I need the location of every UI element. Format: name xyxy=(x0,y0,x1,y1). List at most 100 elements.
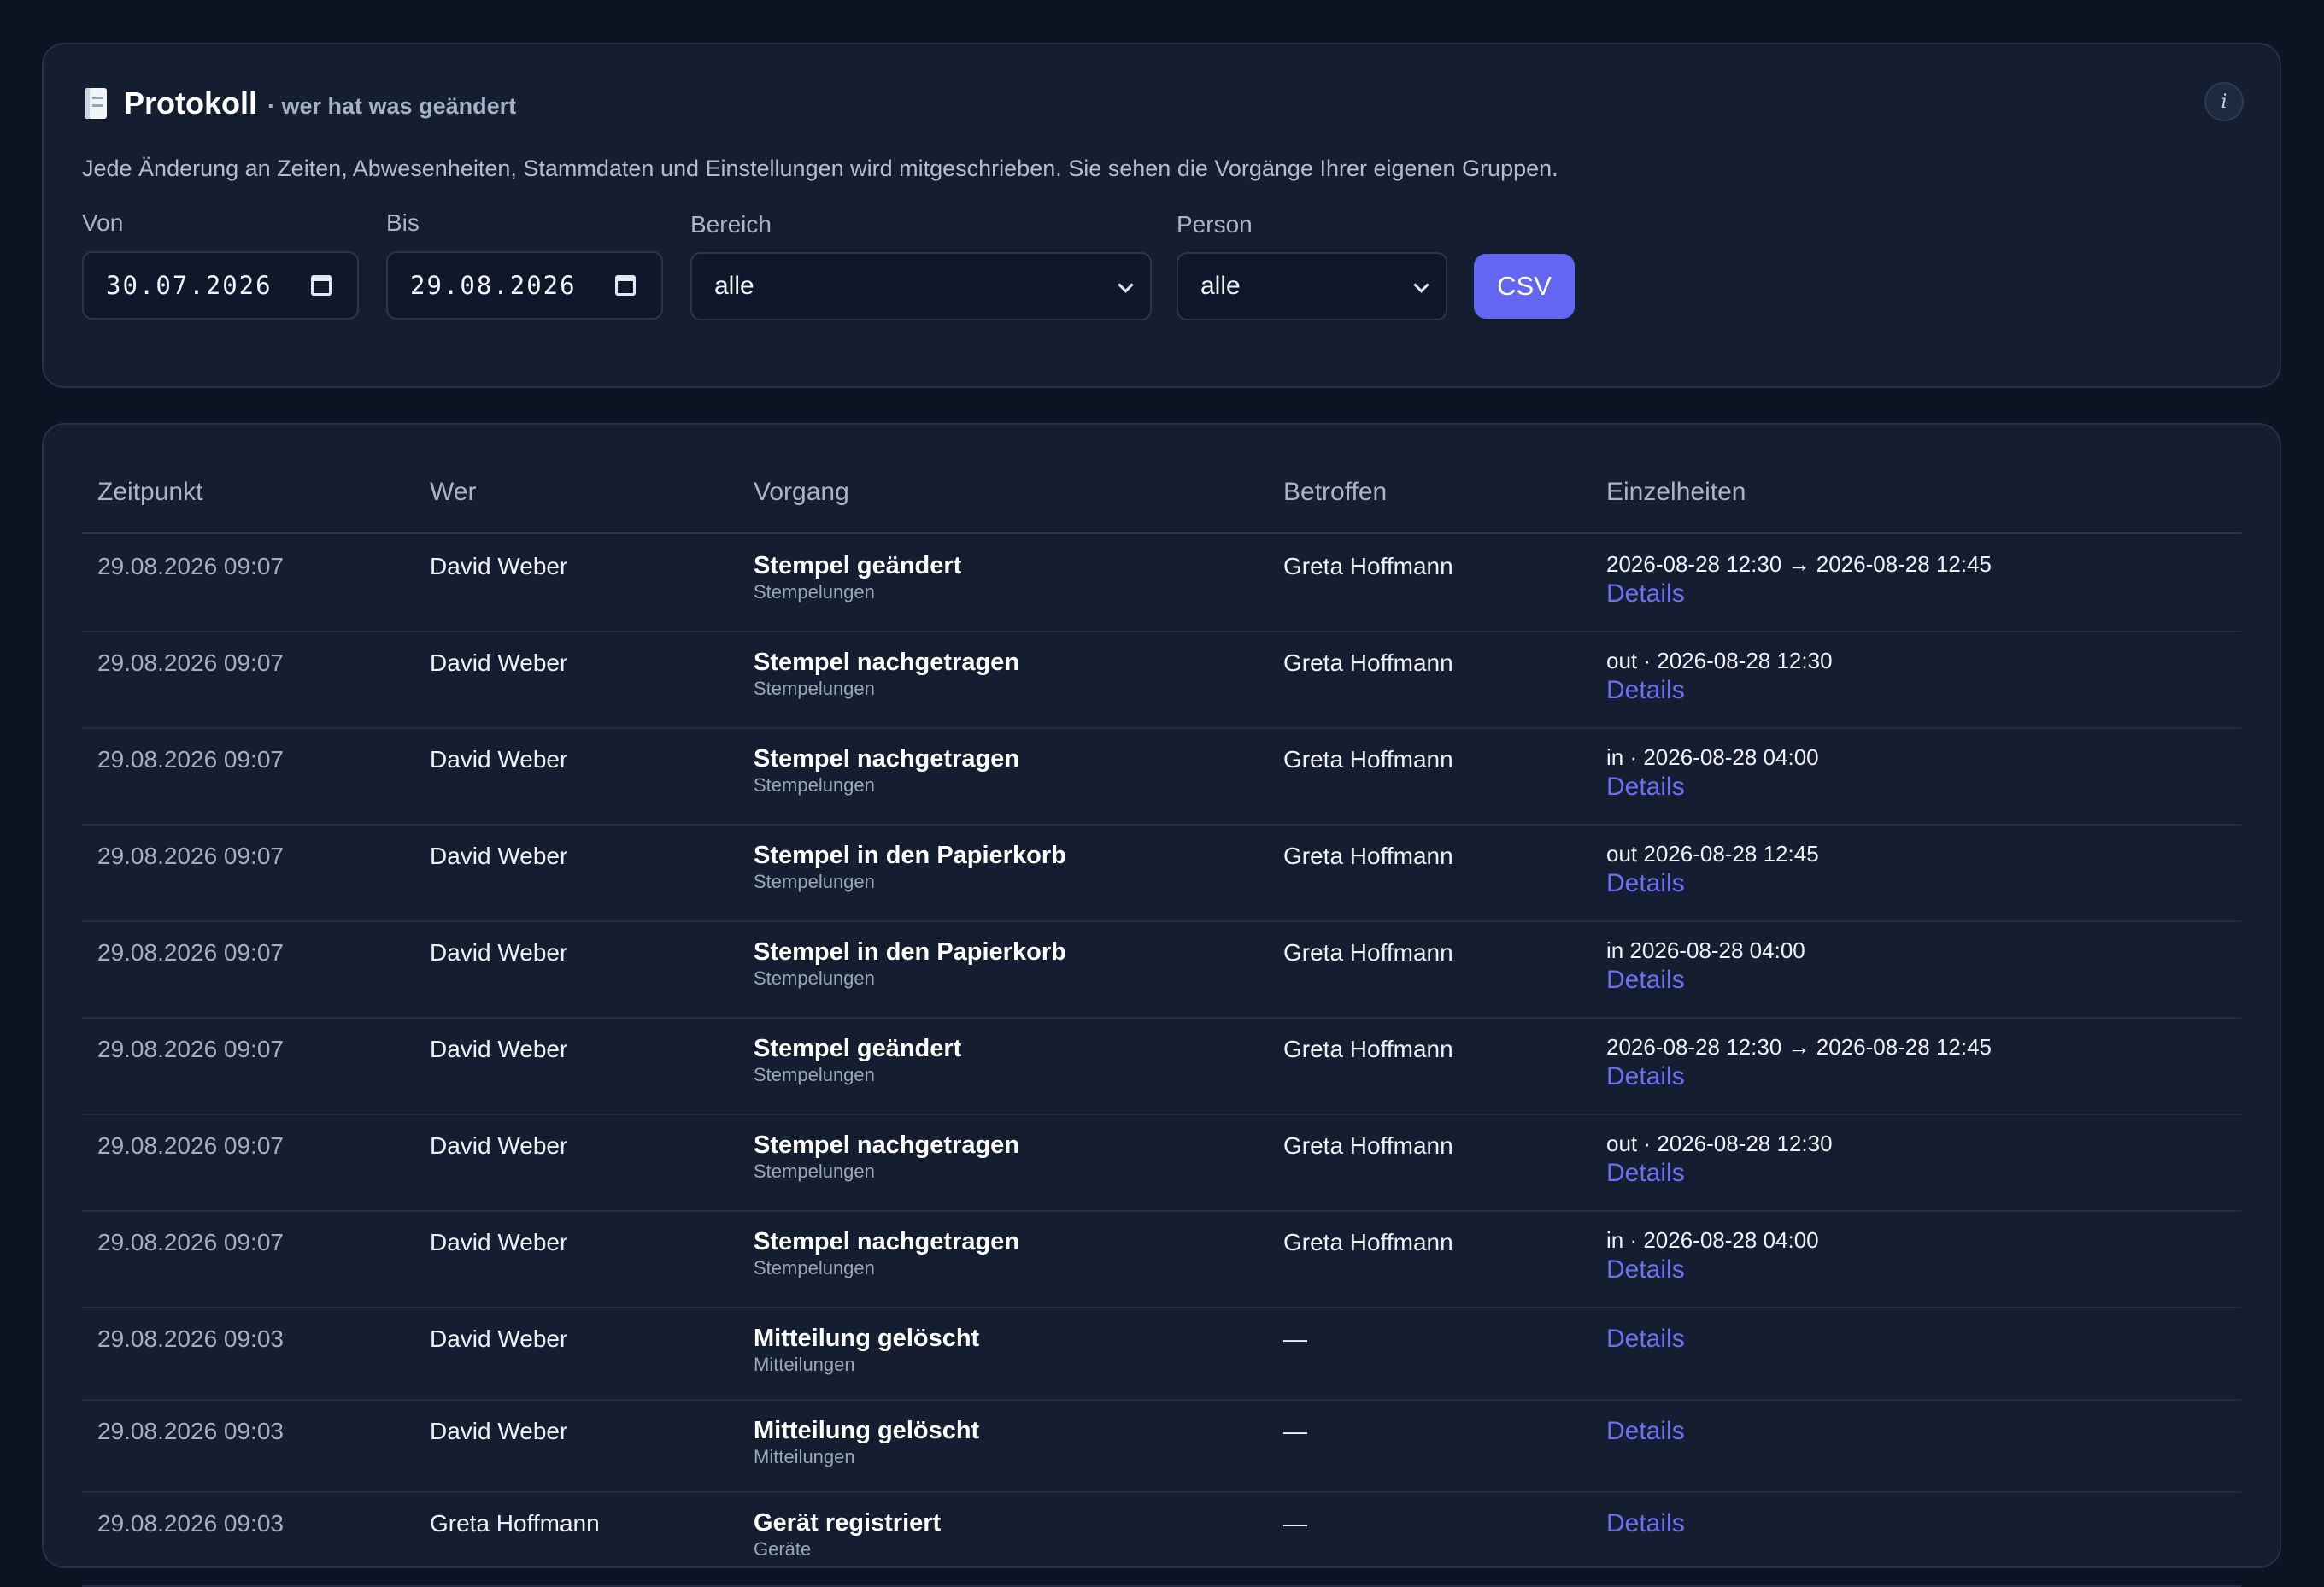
row-affected: Greta Hoffmann xyxy=(1283,649,1453,676)
column-header-einzelheiten: Einzelheiten xyxy=(1606,478,1746,506)
row-operation: Stempel geändert Stempelungen xyxy=(754,1034,961,1087)
row-timestamp: 29.08.2026 09:07 xyxy=(97,843,284,869)
details-link[interactable]: Details xyxy=(1606,1061,1992,1092)
row-details: in · 2026-08-28 04:00 Details xyxy=(1606,743,1819,802)
column-header-vorgang: Vorgang xyxy=(754,478,849,506)
info-icon[interactable]: i xyxy=(2204,82,2244,121)
details-link[interactable]: Details xyxy=(1606,868,1819,899)
row-affected: — xyxy=(1283,1510,1307,1537)
detail-text: in · 2026-08-28 04:00 xyxy=(1606,1227,1819,1253)
details-link[interactable]: Details xyxy=(1606,1324,1685,1355)
row-timestamp: 29.08.2026 09:07 xyxy=(97,649,284,676)
column-header-betroffen: Betroffen xyxy=(1283,478,1388,506)
details-link[interactable]: Details xyxy=(1606,965,1805,996)
row-affected: Greta Hoffmann xyxy=(1283,939,1453,966)
operation-title: Stempel nachgetragen xyxy=(754,1131,1020,1159)
csv-export-button[interactable]: CSV xyxy=(1474,254,1575,319)
page-description: Jede Änderung an Zeiten, Abwesenheiten, … xyxy=(82,156,1558,181)
operation-category: Stempelungen xyxy=(754,1161,875,1182)
row-details: out · 2026-08-28 12:30 Details xyxy=(1606,1129,1833,1189)
detail-text: out · 2026-08-28 12:30 xyxy=(1606,1131,1833,1156)
person-label: Person xyxy=(1177,211,1253,238)
table-row: 29.08.2026 09:07 David Weber Stempel geänd… xyxy=(82,1017,2241,1115)
row-affected: Greta Hoffmann xyxy=(1283,1132,1453,1159)
detail-text: 2026-08-28 12:30 → 2026-08-28 12:45 xyxy=(1606,1034,1992,1060)
row-details: out 2026-08-28 12:45 Details xyxy=(1606,839,1819,899)
row-actor: Greta Hoffmann xyxy=(430,1510,600,1537)
row-details: 2026-08-28 12:30 → 2026-08-28 12:45 Detai… xyxy=(1606,1032,1992,1092)
details-link[interactable]: Details xyxy=(1606,1255,1819,1285)
operation-title: Gerät registriert xyxy=(754,1509,942,1537)
bis-date-value: 29.08.2026 xyxy=(410,271,577,300)
calendar-icon[interactable] xyxy=(311,275,332,296)
operation-title: Stempel geändert xyxy=(754,1035,962,1062)
table-row: 29.08.2026 09:07 David Weber Stempel in de… xyxy=(82,920,2241,1019)
operation-category: Stempelungen xyxy=(754,678,875,699)
column-header-wer: Wer xyxy=(430,478,477,506)
table-row: 29.08.2026 09:03 Greta Hoffmann Gerät regi… xyxy=(82,1491,2241,1587)
row-details: in · 2026-08-28 04:00 Details xyxy=(1606,1226,1819,1285)
details-link[interactable]: Details xyxy=(1606,772,1819,802)
detail-text: out · 2026-08-28 12:30 xyxy=(1606,648,1833,673)
operation-title: Mitteilung gelöscht xyxy=(754,1325,980,1352)
table-row: 29.08.2026 09:07 David Weber Stempel nachg… xyxy=(82,727,2241,826)
bereich-select[interactable]: alle xyxy=(690,252,1152,320)
row-affected: Greta Hoffmann xyxy=(1283,1036,1453,1062)
operation-title: Stempel nachgetragen xyxy=(754,745,1020,773)
chevron-down-icon xyxy=(1118,277,1134,293)
row-timestamp: 29.08.2026 09:03 xyxy=(97,1325,284,1352)
page-subtitle: · wer hat was geändert xyxy=(267,92,517,119)
person-select-value: alle xyxy=(1200,272,1241,300)
row-actor: David Weber xyxy=(430,1325,568,1352)
details-link[interactable]: Details xyxy=(1606,1416,1685,1447)
row-details: 2026-08-28 12:30 → 2026-08-28 12:45 Detai… xyxy=(1606,550,1992,609)
row-actor: David Weber xyxy=(430,1418,568,1444)
person-select[interactable]: alle xyxy=(1177,252,1447,320)
table-row: 29.08.2026 09:07 David Weber Stempel nachg… xyxy=(82,1210,2241,1308)
scroll-icon xyxy=(85,88,107,119)
table-row: 29.08.2026 09:07 David Weber Stempel in de… xyxy=(82,824,2241,922)
row-actor: David Weber xyxy=(430,1036,568,1062)
operation-category: Stempelungen xyxy=(754,774,875,796)
row-affected: Greta Hoffmann xyxy=(1283,1229,1453,1255)
details-link[interactable]: Details xyxy=(1606,675,1833,706)
details-link[interactable]: Details xyxy=(1606,1508,1685,1539)
detail-text: in 2026-08-28 04:00 xyxy=(1606,938,1805,963)
row-actor: David Weber xyxy=(430,1229,568,1255)
filter-card: Protokoll · wer hat was geändert i Jede … xyxy=(42,43,2281,388)
bis-label: Bis xyxy=(386,209,420,236)
row-actor: David Weber xyxy=(430,649,568,676)
row-operation: Gerät registriert Geräte xyxy=(754,1508,941,1561)
operation-category: Stempelungen xyxy=(754,967,875,989)
von-date-value: 30.07.2026 xyxy=(106,271,273,300)
operation-title: Mitteilung gelöscht xyxy=(754,1417,980,1444)
operation-category: Stempelungen xyxy=(754,581,875,602)
row-operation: Stempel geändert Stempelungen xyxy=(754,551,961,604)
row-actor: David Weber xyxy=(430,553,568,579)
row-operation: Stempel in den Papierkorb Stempelungen xyxy=(754,938,1066,990)
row-operation: Mitteilung gelöscht Mitteilungen xyxy=(754,1324,979,1377)
row-details: Details xyxy=(1606,1324,1685,1355)
row-affected: — xyxy=(1283,1418,1307,1444)
operation-title: Stempel in den Papierkorb xyxy=(754,842,1066,869)
row-operation: Stempel nachgetragen Stempelungen xyxy=(754,648,1019,701)
operation-title: Stempel nachgetragen xyxy=(754,1228,1020,1255)
row-details: Details xyxy=(1606,1508,1685,1539)
row-timestamp: 29.08.2026 09:07 xyxy=(97,939,284,966)
calendar-icon[interactable] xyxy=(615,275,636,296)
details-link[interactable]: Details xyxy=(1606,1158,1833,1189)
bis-date-input[interactable]: 29.08.2026 xyxy=(386,251,663,320)
row-timestamp: 29.08.2026 09:07 xyxy=(97,1036,284,1062)
details-link[interactable]: Details xyxy=(1606,579,1992,609)
chevron-down-icon xyxy=(1413,277,1429,293)
column-header-zeitpunkt: Zeitpunkt xyxy=(97,478,203,506)
von-date-input[interactable]: 30.07.2026 xyxy=(82,251,359,320)
operation-title: Stempel nachgetragen xyxy=(754,649,1020,676)
row-actor: David Weber xyxy=(430,939,568,966)
header-title-row: Protokoll · wer hat was geändert xyxy=(85,85,516,121)
operation-category: Geräte xyxy=(754,1538,812,1560)
row-actor: David Weber xyxy=(430,746,568,773)
row-affected: — xyxy=(1283,1325,1307,1352)
operation-title: Stempel in den Papierkorb xyxy=(754,938,1066,966)
table-header: Zeitpunkt Wer Vorgang Betroffen Einzelhe… xyxy=(82,478,2241,534)
